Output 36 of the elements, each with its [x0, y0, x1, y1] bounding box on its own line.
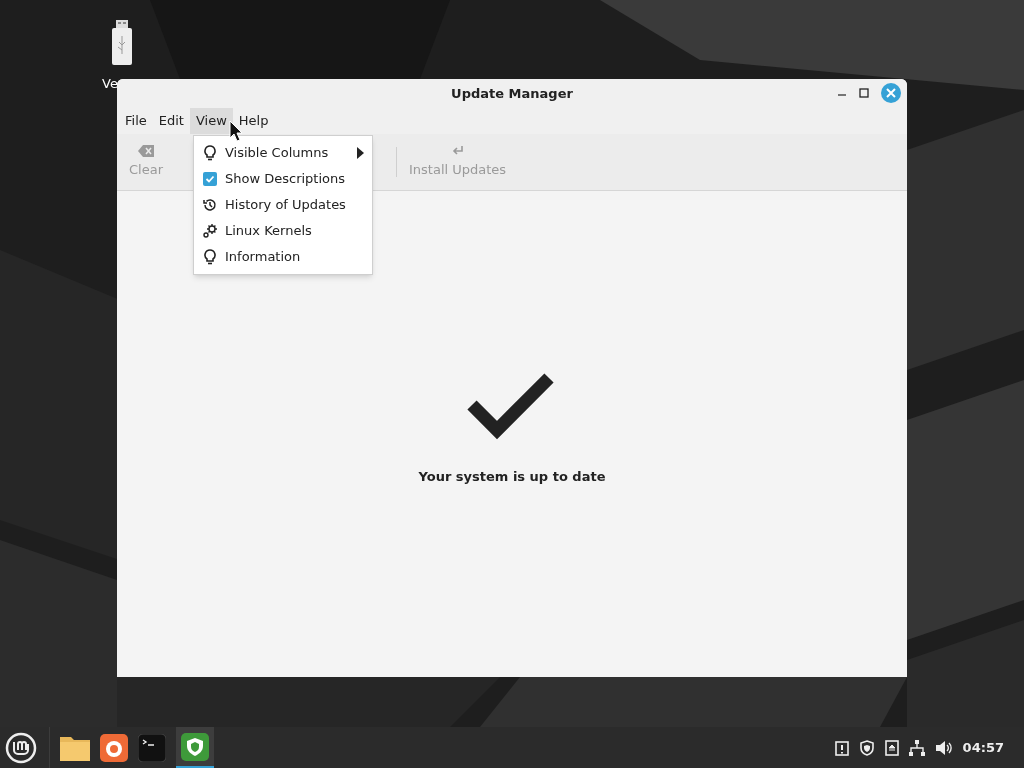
- network-icon[interactable]: [908, 739, 925, 756]
- history-icon: [202, 197, 218, 213]
- submenu-arrow-icon: [357, 147, 364, 159]
- menu-item[interactable]: Visible Columns: [194, 140, 372, 166]
- lightbulb-icon: [203, 249, 217, 265]
- close-icon[interactable]: [881, 83, 901, 103]
- usb-drive-icon[interactable]: [111, 20, 133, 66]
- mint-logo-icon[interactable]: [5, 731, 37, 764]
- shield-icon: [181, 732, 209, 761]
- menu-item[interactable]: Linux Kernels: [194, 218, 372, 244]
- menu-bar-item[interactable]: Help: [232, 108, 275, 134]
- desktop-icon-label: Ve: [102, 75, 118, 93]
- clock[interactable]: 04:57: [962, 737, 1004, 758]
- checkmark-icon: [205, 174, 215, 184]
- shield-status-icon[interactable]: [858, 739, 875, 756]
- menu-item[interactable]: History of Updates: [194, 192, 372, 218]
- status-message: Your system is up to date: [418, 468, 606, 486]
- checkbox[interactable]: [203, 172, 217, 186]
- backspace-icon: [138, 144, 154, 157]
- maximize-icon[interactable]: [859, 88, 869, 98]
- terminal-icon[interactable]: [138, 733, 166, 762]
- menu-bar-item[interactable]: View: [189, 108, 233, 134]
- menu-bar-item[interactable]: Edit: [152, 108, 190, 134]
- active-taskbar-button[interactable]: [176, 727, 214, 768]
- eject-icon[interactable]: [884, 739, 899, 756]
- clipboard-alert-icon[interactable]: [834, 739, 849, 756]
- menu-item[interactable]: Information: [194, 244, 372, 270]
- menu-bar-item[interactable]: File: [119, 108, 153, 134]
- menu-item[interactable]: Show Descriptions: [194, 166, 372, 192]
- enter-arrow-icon: [451, 144, 464, 157]
- browser-icon[interactable]: [100, 733, 128, 762]
- lightbulb-icon: [203, 145, 217, 161]
- volume-icon[interactable]: [934, 739, 953, 756]
- folder-icon[interactable]: [60, 734, 90, 761]
- gears-icon: [202, 223, 218, 239]
- window-title: Update Manager: [451, 84, 573, 103]
